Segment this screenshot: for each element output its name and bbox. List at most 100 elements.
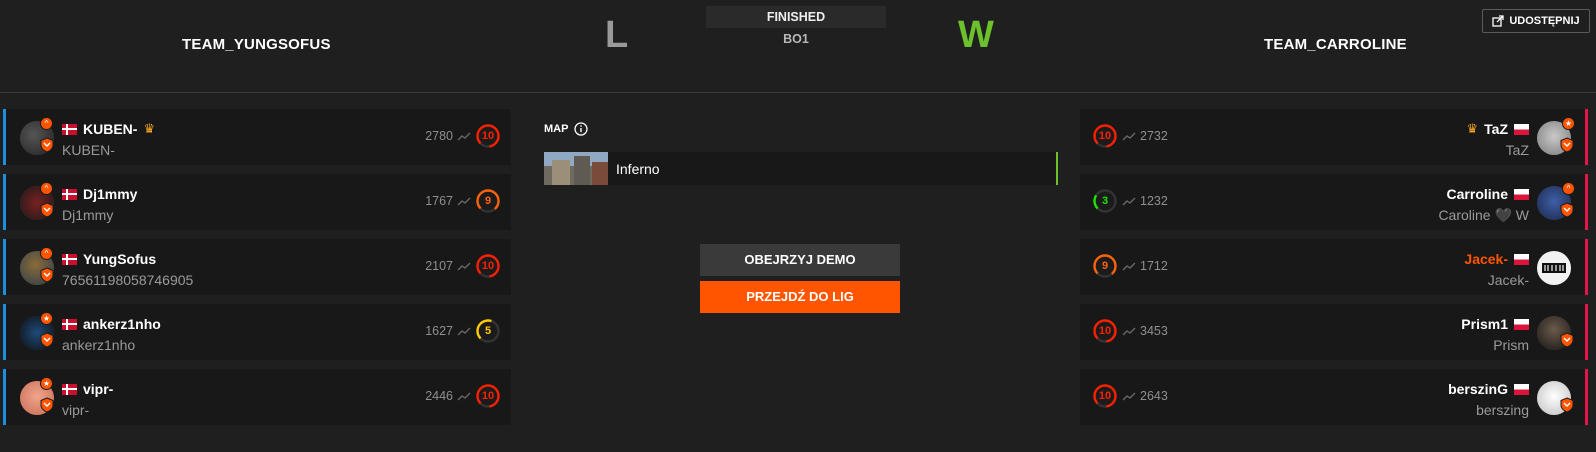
go-to-leagues-button[interactable]: PRZEJDŹ DO LIG xyxy=(700,281,900,313)
share-button[interactable]: UDOSTĘPNIJ xyxy=(1482,9,1590,33)
team-right-result: W xyxy=(958,14,994,56)
player-nickname[interactable]: Carroline xyxy=(1447,186,1508,202)
skill-level: 5 xyxy=(484,325,492,337)
match-format: BO1 xyxy=(783,32,809,46)
match-header: TEAM_YUNGSOFUS L FINISHED BO1 W TEAM_CAR… xyxy=(0,0,1596,93)
player-card[interactable]: 10 2643 berszinG berszing xyxy=(1080,369,1588,425)
elo-value: 2780 xyxy=(425,129,453,143)
denmark-flag-icon xyxy=(62,318,77,330)
map-title: MAP xyxy=(544,123,569,135)
avatar[interactable] xyxy=(1537,251,1571,285)
player-card[interactable]: ^ YungSofus 76561198058746905 2107 10 xyxy=(3,239,511,295)
player-nickname[interactable]: TaZ xyxy=(1484,121,1508,137)
shield-icon xyxy=(1560,332,1574,348)
player-card[interactable]: ★ ankerz1nho ankerz1nho 1627 5 xyxy=(3,304,511,360)
map-section: MAP Inferno xyxy=(544,122,1058,185)
poland-flag-icon xyxy=(1514,253,1529,265)
map-row[interactable]: Inferno xyxy=(544,152,1058,185)
team-right-name[interactable]: TEAM_CARROLINE xyxy=(1264,36,1407,53)
shield-icon xyxy=(40,332,54,348)
trend-icon xyxy=(1122,262,1136,271)
player-nickname[interactable]: berszinG xyxy=(1448,381,1508,397)
crown-icon: ♛ xyxy=(1466,121,1479,136)
bdf-logo-icon xyxy=(1542,263,1566,273)
player-nickname[interactable]: vipr- xyxy=(83,381,113,397)
share-icon xyxy=(1492,15,1504,27)
player-subname: 76561198058746905 xyxy=(62,272,194,288)
skill-level-icon: 9 xyxy=(475,188,501,214)
player-nickname[interactable]: YungSofus xyxy=(83,251,156,267)
trend-icon xyxy=(1122,392,1136,401)
elo-value: 2107 xyxy=(425,259,453,273)
info-icon[interactable] xyxy=(574,122,589,136)
rank-badge-icon: ★ xyxy=(40,312,53,325)
player-subname: Prism xyxy=(1493,337,1529,353)
player-card[interactable]: ★ vipr- vipr- 2446 10 xyxy=(3,369,511,425)
avatar[interactable]: ^ xyxy=(20,182,54,220)
avatar[interactable]: ★ xyxy=(20,312,54,350)
elo-value: 2446 xyxy=(425,389,453,403)
player-nickname[interactable]: ankerz1nho xyxy=(83,316,161,332)
trend-icon xyxy=(1122,327,1136,336)
skill-level: 3 xyxy=(1101,195,1109,207)
skill-level: 10 xyxy=(481,130,495,142)
avatar[interactable]: ^ xyxy=(1537,182,1575,220)
team-left-name[interactable]: TEAM_YUNGSOFUS xyxy=(182,36,331,53)
player-card[interactable]: 9 1712 Jacek- Jacek- xyxy=(1080,239,1588,295)
poland-flag-icon xyxy=(1514,383,1529,395)
player-subname: vipr- xyxy=(62,402,90,418)
team-left-result: L xyxy=(605,14,629,56)
map-thumbnail xyxy=(544,152,608,185)
shield-icon xyxy=(1560,137,1574,153)
watch-demo-button[interactable]: OBEJRZYJ DEMO xyxy=(700,244,900,276)
skill-level-icon: 3 xyxy=(1092,188,1118,214)
player-card[interactable]: 3 1232 Carroline Caroline 🖤 W ^ xyxy=(1080,174,1588,230)
rank-badge-icon: ^ xyxy=(40,247,53,260)
shield-icon xyxy=(1560,397,1574,413)
elo-value: 1232 xyxy=(1140,194,1168,208)
team-right-roster: 10 2732 ♛ TaZ TaZ ★ 3 1232 Carroline Caro… xyxy=(1080,109,1588,434)
trend-icon xyxy=(457,197,471,206)
denmark-flag-icon xyxy=(62,188,77,200)
team-left-roster: ^ KUBEN- ♛ KUBEN- 2780 10 ^ Dj1mmy Dj1mmy… xyxy=(3,109,511,434)
shield-icon xyxy=(40,202,54,218)
player-card[interactable]: 10 3453 Prism1 Prism xyxy=(1080,304,1588,360)
denmark-flag-icon xyxy=(62,253,77,265)
avatar[interactable] xyxy=(1537,381,1574,415)
skill-level: 10 xyxy=(1098,325,1112,337)
trend-icon xyxy=(457,327,471,336)
player-nickname[interactable]: Jacek- xyxy=(1464,251,1508,267)
skill-level-icon: 5 xyxy=(475,318,501,344)
shield-icon xyxy=(40,397,54,413)
crown-icon: ♛ xyxy=(143,121,156,136)
shield-icon xyxy=(40,267,54,283)
skill-level-icon: 9 xyxy=(1092,253,1118,279)
player-nickname[interactable]: Dj1mmy xyxy=(83,186,137,202)
share-label: UDOSTĘPNIJ xyxy=(1509,15,1580,27)
trend-icon xyxy=(1122,197,1136,206)
player-card[interactable]: 10 2732 ♛ TaZ TaZ ★ xyxy=(1080,109,1588,165)
player-subname: Dj1mmy xyxy=(62,207,114,223)
trend-icon xyxy=(457,392,471,401)
match-status: FINISHED xyxy=(706,6,886,28)
skill-level: 10 xyxy=(481,390,495,402)
skill-level-icon: 10 xyxy=(475,123,501,149)
skill-level: 10 xyxy=(481,260,495,272)
player-card[interactable]: ^ Dj1mmy Dj1mmy 1767 9 xyxy=(3,174,511,230)
player-subname: TaZ xyxy=(1505,142,1529,158)
rank-badge-icon: ^ xyxy=(40,182,53,195)
skill-level-icon: 10 xyxy=(475,383,501,409)
avatar[interactable]: ^ xyxy=(20,247,54,285)
skill-level: 10 xyxy=(1098,130,1112,142)
avatar[interactable]: ★ xyxy=(20,377,54,415)
avatar[interactable]: ★ xyxy=(1537,117,1575,155)
avatar[interactable] xyxy=(1537,316,1574,350)
poland-flag-icon xyxy=(1514,318,1529,330)
shield-icon xyxy=(1560,202,1574,218)
avatar[interactable]: ^ xyxy=(20,117,54,155)
player-nickname[interactable]: KUBEN- xyxy=(83,121,137,137)
trend-icon xyxy=(1122,132,1136,141)
player-nickname[interactable]: Prism1 xyxy=(1461,316,1508,332)
rank-badge-icon: ★ xyxy=(1562,117,1575,130)
player-card[interactable]: ^ KUBEN- ♛ KUBEN- 2780 10 xyxy=(3,109,511,165)
